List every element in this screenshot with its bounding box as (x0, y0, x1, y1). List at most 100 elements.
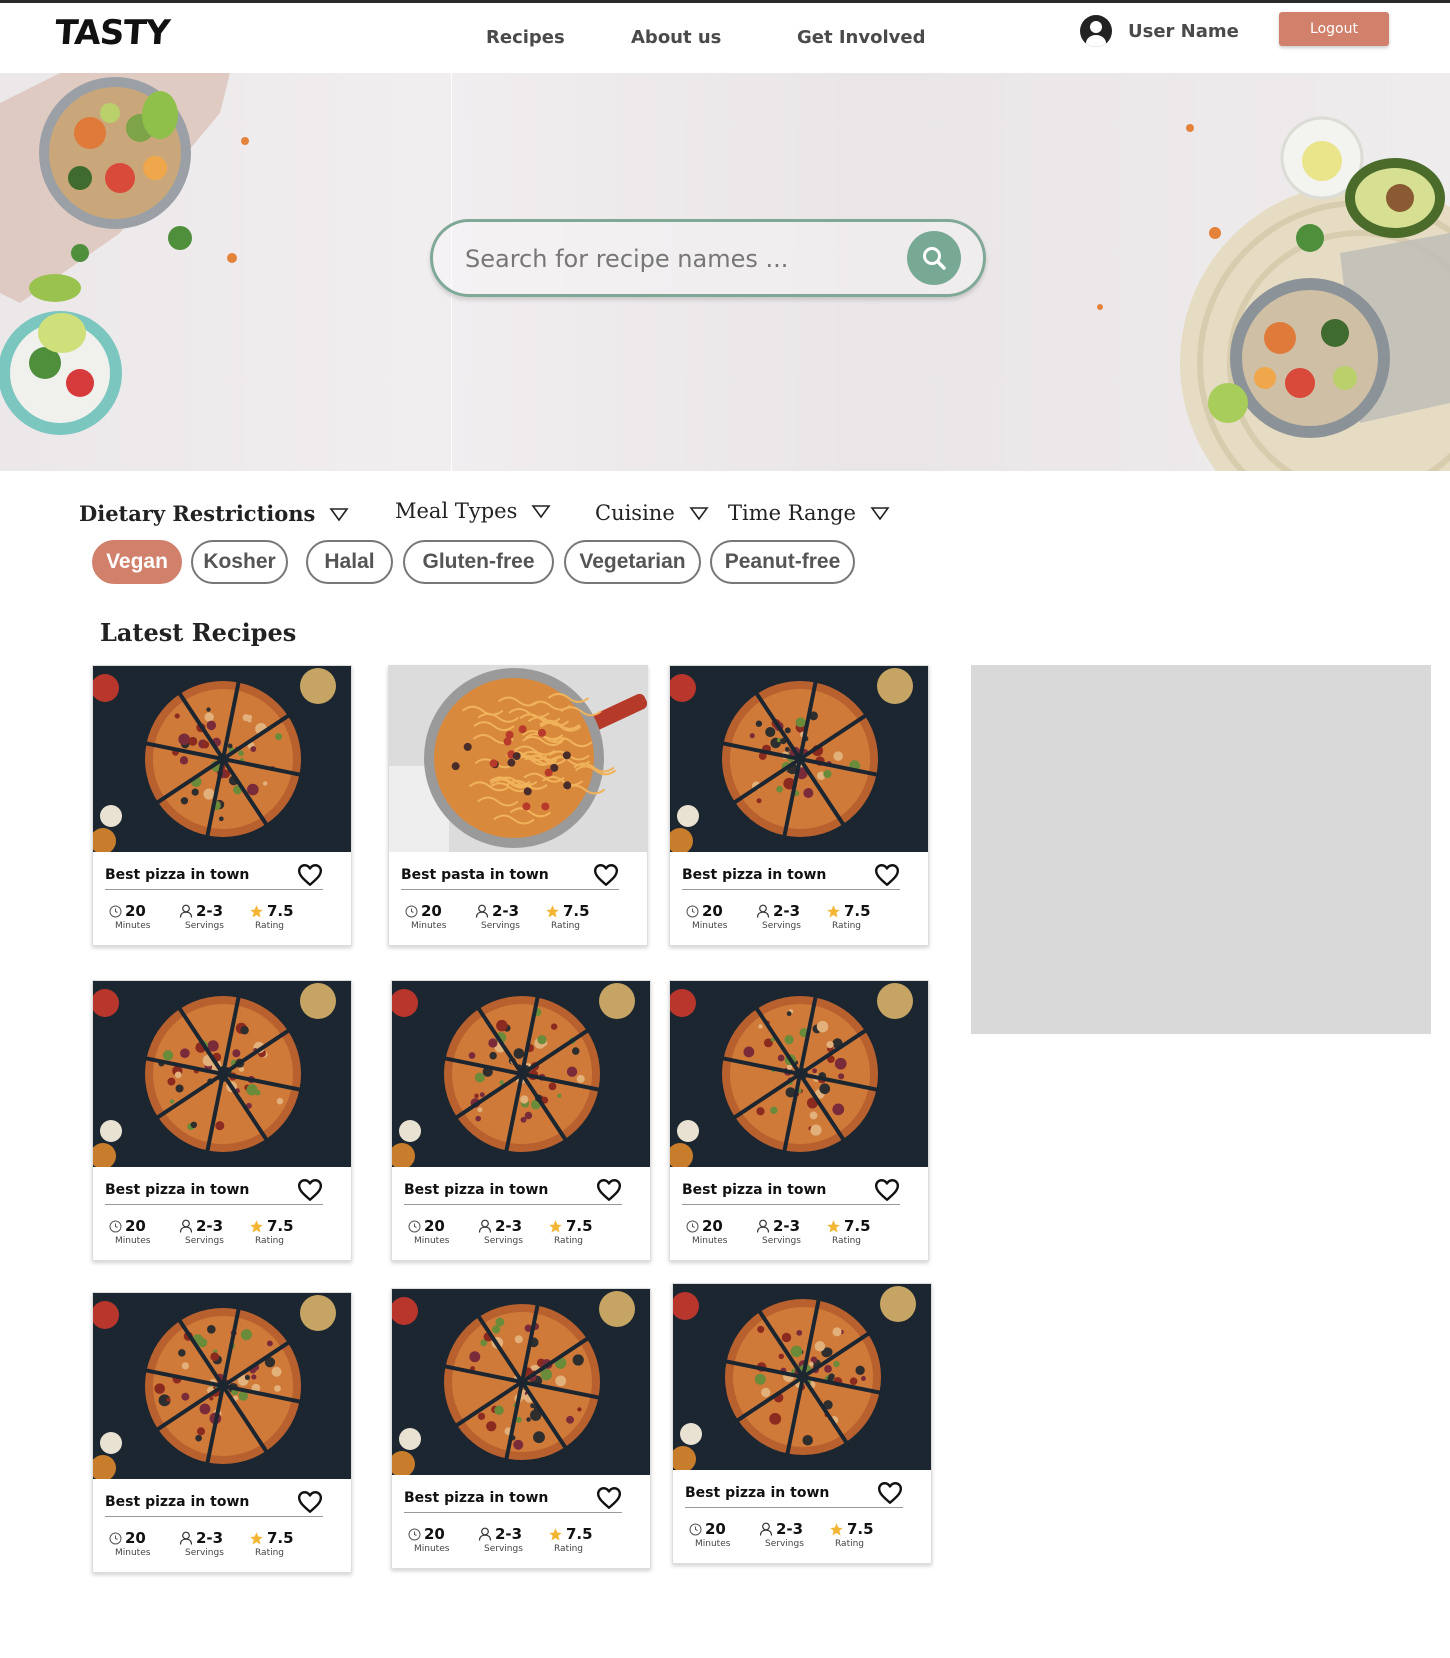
stat-minutes: 20 Minutes (686, 1217, 756, 1246)
heart-icon[interactable] (297, 862, 323, 888)
heart-icon[interactable] (297, 1177, 323, 1203)
person-icon (756, 1219, 770, 1233)
recipe-card[interactable]: Best pizza in town 20 Minutes 2-3 Servin… (391, 980, 651, 1261)
rating-caption: Rating (832, 921, 861, 931)
stat-rating: 7.5 Rating (548, 1525, 618, 1554)
stat-servings: 2-3 Servings (475, 902, 545, 931)
servings-caption: Servings (185, 1548, 224, 1558)
search-button[interactable] (907, 231, 961, 285)
stat-rating: 7.5 Rating (826, 902, 896, 931)
chip-halal[interactable]: Halal (306, 540, 393, 584)
clock-icon (405, 905, 418, 918)
stat-minutes: 20 Minutes (109, 1529, 179, 1558)
clock-icon (686, 905, 699, 918)
star-icon (249, 1531, 264, 1546)
rating-value: 7.5 (844, 902, 871, 920)
stat-minutes: 20 Minutes (689, 1520, 759, 1549)
recipe-card[interactable]: Best pizza in town 20 Minutes 2-3 Servin… (92, 980, 352, 1261)
user-menu[interactable]: User Name (1080, 15, 1239, 47)
recipe-card[interactable]: Best pizza in town 20 Minutes 2-3 Servin… (669, 980, 929, 1261)
chip-kosher[interactable]: Kosher (191, 540, 288, 584)
stat-rating: 7.5 Rating (249, 1529, 319, 1558)
minutes-value: 20 (125, 1529, 146, 1547)
rating-caption: Rating (554, 1236, 583, 1246)
rating-value: 7.5 (844, 1217, 871, 1235)
clock-icon (109, 1532, 122, 1545)
servings-value: 2-3 (492, 902, 519, 920)
servings-caption: Servings (185, 1236, 224, 1246)
servings-value: 2-3 (495, 1217, 522, 1235)
person-icon (179, 1219, 193, 1233)
servings-value: 2-3 (773, 1217, 800, 1235)
rating-value: 7.5 (267, 1217, 294, 1235)
rating-value: 7.5 (267, 1529, 294, 1547)
recipe-image (93, 981, 351, 1167)
chip-vegetarian[interactable]: Vegetarian (564, 540, 701, 584)
servings-value: 2-3 (773, 902, 800, 920)
stat-servings: 2-3 Servings (179, 1217, 249, 1246)
heart-icon[interactable] (874, 1177, 900, 1203)
rating-caption: Rating (551, 921, 580, 931)
recipe-card[interactable]: Best pizza in town 20 Minutes 2-3 Servin… (92, 1292, 352, 1573)
filter-label: Meal Types (395, 499, 517, 523)
recipe-card[interactable]: Best pizza in town 20 Minutes 2-3 Servin… (92, 665, 352, 946)
recipe-title: Best pizza in town (105, 867, 249, 883)
stat-rating: 7.5 Rating (826, 1217, 896, 1246)
search-input[interactable] (465, 242, 885, 276)
heart-icon[interactable] (596, 1177, 622, 1203)
nav-get-involved[interactable]: Get Involved (797, 27, 925, 48)
filter-cuisine[interactable]: Cuisine (595, 501, 709, 525)
stat-rating: 7.5 Rating (249, 1217, 319, 1246)
recipe-card[interactable]: Best pasta in town 20 Minutes 2-3 Servin… (388, 665, 648, 946)
recipe-image (670, 981, 928, 1167)
minutes-caption: Minutes (414, 1236, 449, 1246)
stat-minutes: 20 Minutes (408, 1217, 478, 1246)
filter-dietary-restrictions[interactable]: Dietary Restrictions (79, 501, 349, 526)
star-icon (826, 1219, 841, 1234)
clock-icon (109, 905, 122, 918)
heart-icon[interactable] (874, 862, 900, 888)
minutes-value: 20 (702, 1217, 723, 1235)
chip-peanut-free[interactable]: Peanut-free (710, 540, 855, 584)
star-icon (249, 1219, 264, 1234)
minutes-caption: Minutes (695, 1539, 730, 1549)
chip-vegan[interactable]: Vegan (92, 540, 182, 584)
heart-icon[interactable] (596, 1485, 622, 1511)
recipe-image (673, 1284, 931, 1470)
servings-caption: Servings (765, 1539, 804, 1549)
heart-icon[interactable] (297, 1489, 323, 1515)
chip-gluten-free[interactable]: Gluten-free (403, 540, 554, 584)
heart-icon[interactable] (593, 862, 619, 888)
servings-value: 2-3 (196, 1217, 223, 1235)
recipe-card[interactable]: Best pizza in town 20 Minutes 2-3 Servin… (672, 1283, 932, 1564)
recipe-card[interactable]: Best pizza in town 20 Minutes 2-3 Servin… (669, 665, 929, 946)
minutes-caption: Minutes (115, 1548, 150, 1558)
nav-about-us[interactable]: About us (631, 27, 721, 48)
servings-caption: Servings (484, 1544, 523, 1554)
clock-icon (408, 1220, 421, 1233)
heart-icon[interactable] (877, 1480, 903, 1506)
logout-button[interactable]: Logout (1279, 12, 1389, 46)
latest-recipes-title: Latest Recipes (100, 618, 296, 647)
user-avatar-icon (1080, 15, 1112, 47)
recipe-image (392, 981, 650, 1167)
stat-servings: 2-3 Servings (179, 1529, 249, 1558)
nav-recipes[interactable]: Recipes (486, 27, 565, 48)
rating-caption: Rating (255, 1236, 284, 1246)
filter-time-range[interactable]: Time Range (728, 501, 890, 525)
minutes-value: 20 (424, 1525, 445, 1543)
rating-caption: Rating (554, 1544, 583, 1554)
recipe-title: Best pizza in town (105, 1182, 249, 1198)
rating-value: 7.5 (563, 902, 590, 920)
recipe-title: Best pizza in town (404, 1182, 548, 1198)
user-name: User Name (1128, 21, 1239, 42)
filter-label: Time Range (728, 501, 856, 525)
stat-minutes: 20 Minutes (109, 1217, 179, 1246)
tasty-logo[interactable]: TASTY (54, 13, 171, 53)
recipe-card[interactable]: Best pizza in town 20 Minutes 2-3 Servin… (391, 1288, 651, 1569)
star-icon (829, 1522, 844, 1537)
recipe-image (93, 666, 351, 852)
filter-meal-types[interactable]: Meal Types (395, 499, 551, 523)
stat-servings: 2-3 Servings (756, 902, 826, 931)
recipe-title: Best pizza in town (685, 1485, 829, 1501)
